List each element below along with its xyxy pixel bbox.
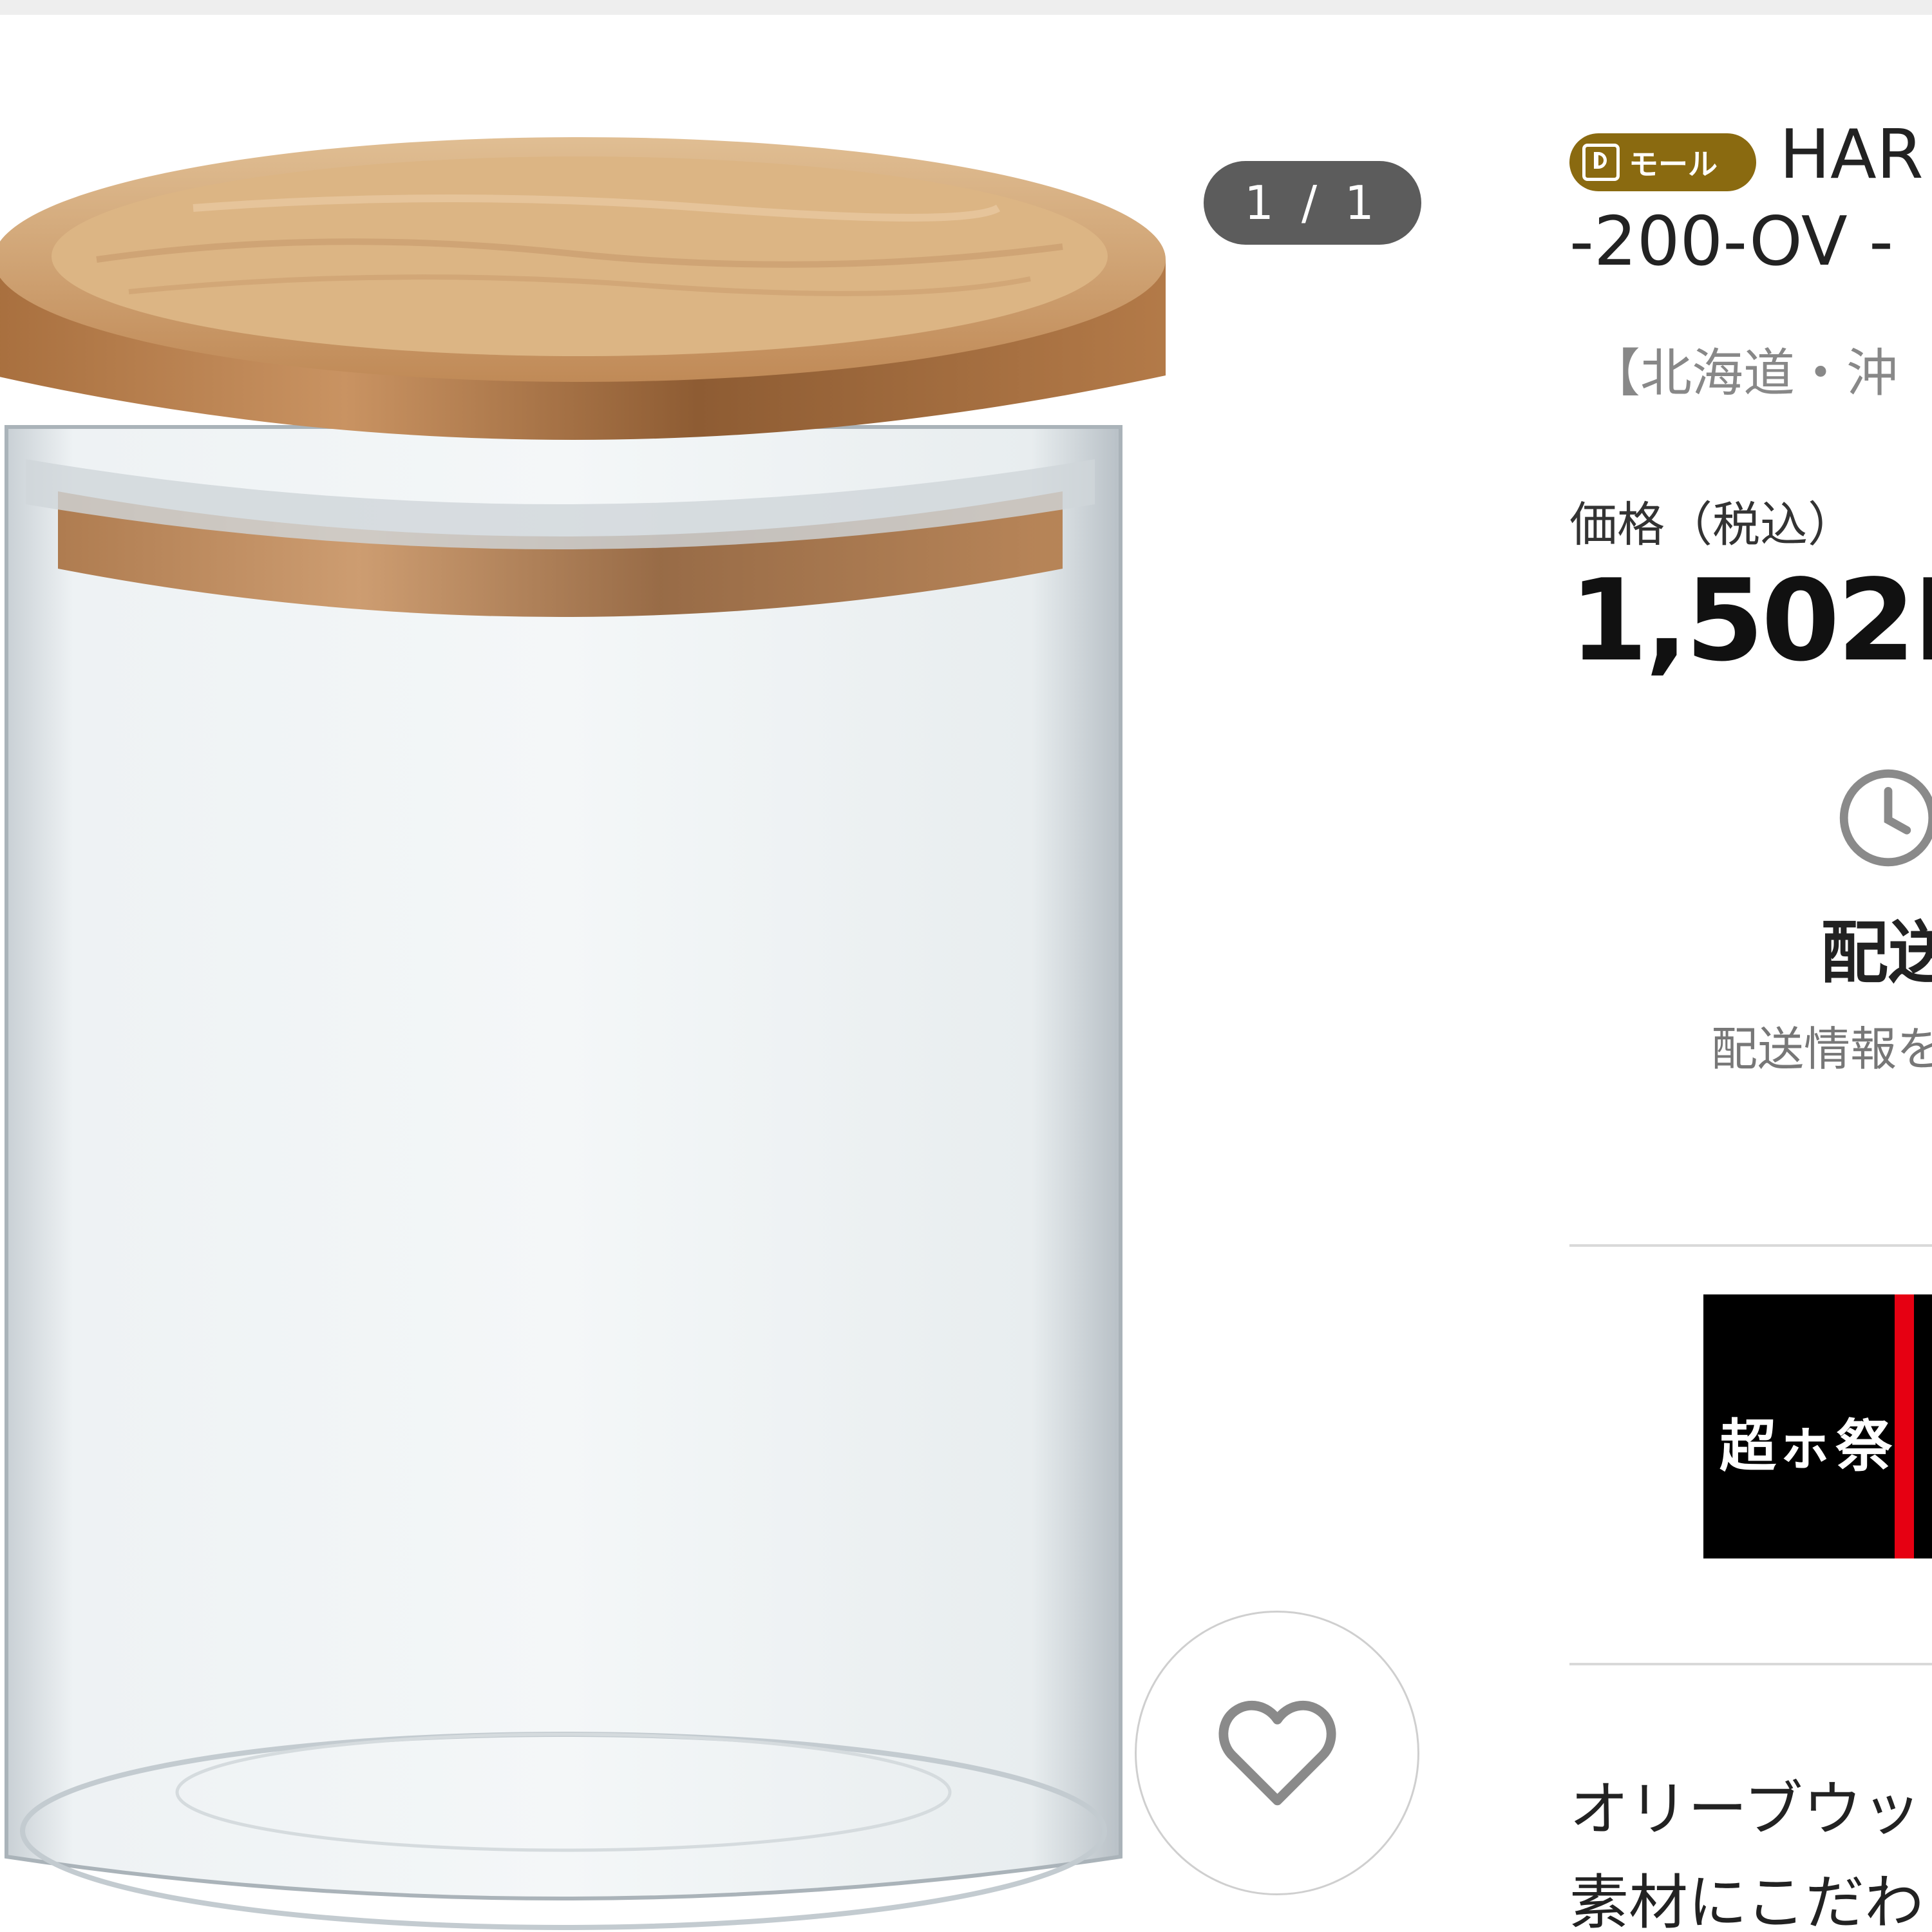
description-line1: オリーブウッ	[1569, 1775, 1922, 1844]
description-line2: 素材にこだわ	[1569, 1868, 1924, 1932]
product-title-line1: HAR	[1779, 115, 1924, 194]
banner-text: 超ㇹ祭	[1719, 1413, 1894, 1479]
banner-accent	[1895, 1294, 1914, 1558]
product-page: 1 / 1 モール HAR -200-OV - 【北海道・沖 価格（税込） 1,…	[0, 0, 1932, 1932]
price-label: 価格（税込）	[1569, 497, 1855, 553]
divider	[1569, 1244, 1932, 1247]
heart-icon	[1218, 1700, 1336, 1806]
product-info: モール HAR -200-OV - 【北海道・沖 価格（税込） 1,502P 配…	[1569, 0, 1932, 1932]
paypay-mall-icon	[1582, 144, 1620, 181]
mall-badge-label: モール	[1629, 147, 1718, 182]
shipping-note: 【北海道・沖	[1589, 343, 1898, 403]
divider	[1569, 1663, 1932, 1665]
campaign-banner[interactable]: 超ㇹ祭	[1703, 1294, 1932, 1558]
clock-icon	[1839, 769, 1932, 867]
image-counter: 1 / 1	[1204, 161, 1421, 245]
mall-badge: モール	[1569, 133, 1756, 191]
product-image-gallery[interactable]: 1 / 1	[0, 15, 1513, 1932]
delivery-info-link[interactable]: 配送情報を	[1711, 1011, 1932, 1079]
product-title-line2: -200-OV -	[1569, 202, 1894, 281]
favorite-button[interactable]	[1135, 1611, 1419, 1895]
delivery-title: 配送	[1821, 914, 1932, 992]
price: 1,502P	[1569, 556, 1932, 687]
